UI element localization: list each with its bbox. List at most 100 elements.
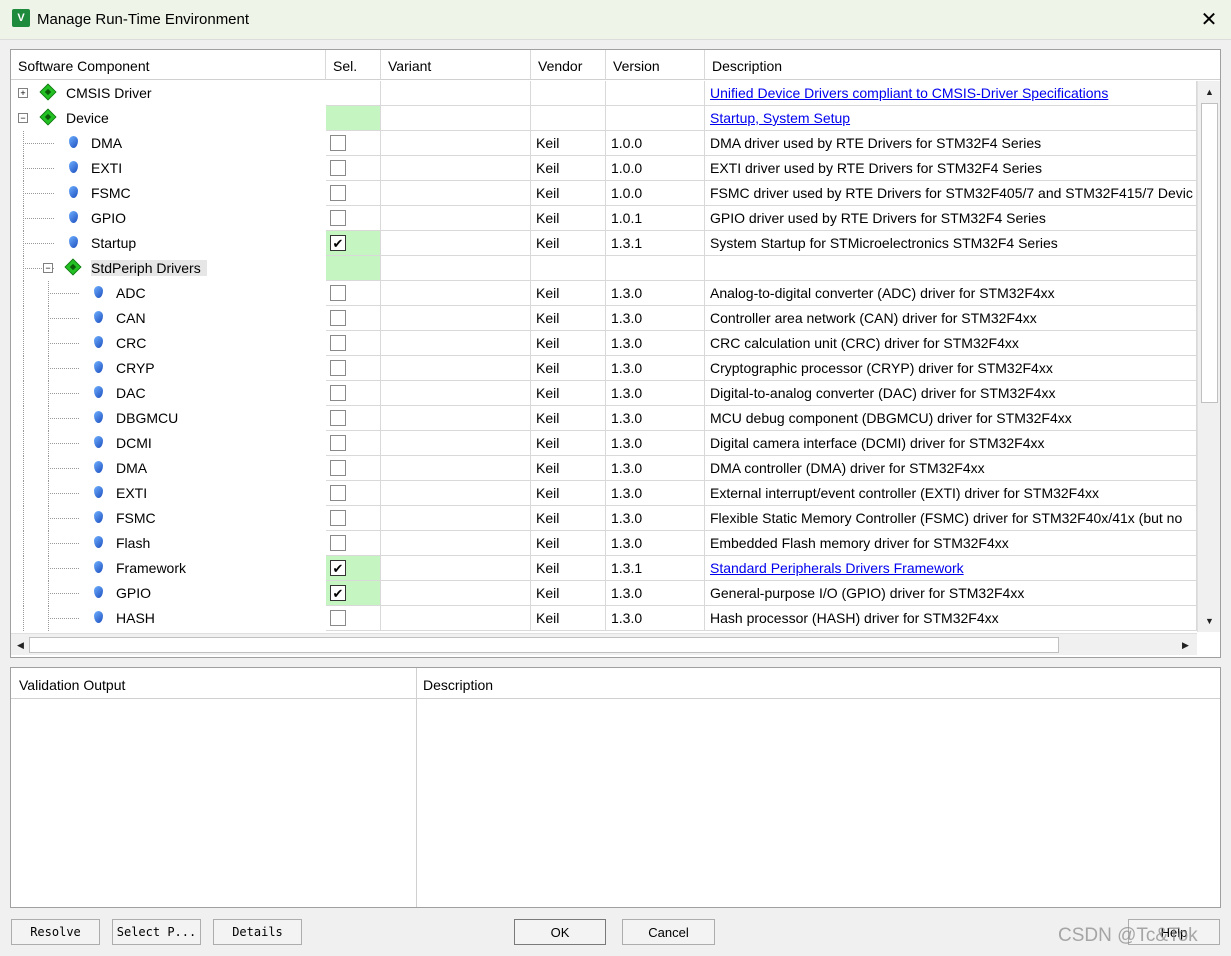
column-header-sel[interactable]: Sel. [326, 50, 381, 80]
scroll-up-icon[interactable]: ▲ [1201, 83, 1218, 101]
table-row[interactable]: Startup ✔ Keil 1.3.1 System Startup for STMi… [11, 231, 1197, 256]
component-name[interactable]: CMSIS Driver [66, 85, 152, 101]
ok-button[interactable]: OK [514, 919, 606, 945]
table-row[interactable]: EXTI Keil 1.3.0 External interrupt/event co… [11, 481, 1197, 506]
collapse-icon[interactable]: − [18, 113, 28, 123]
table-row[interactable]: FSMC Keil 1.3.0 Flexible Static Memory Cont… [11, 506, 1197, 531]
select-checkbox[interactable] [330, 510, 346, 526]
table-row[interactable]: GPIO ✔ Keil 1.3.0 General-purpose I/O (GPIO)… [11, 581, 1197, 606]
select-checkbox[interactable] [330, 360, 346, 376]
cancel-button[interactable]: Cancel [622, 919, 715, 945]
table-row[interactable]: HASH Keil 1.3.0 Hash processor (HASH) drive… [11, 606, 1197, 631]
select-checkbox[interactable]: ✔ [330, 235, 346, 251]
close-icon[interactable]: ✕ [1196, 5, 1222, 33]
select-checkbox[interactable] [330, 185, 346, 201]
component-name[interactable]: DCMI [116, 435, 152, 451]
details-button[interactable]: Details [213, 919, 302, 945]
variant-cell [381, 81, 531, 106]
component-name[interactable]: FSMC [91, 185, 131, 201]
table-row[interactable]: Flash Keil 1.3.0 Embedded Flash memory driv… [11, 531, 1197, 556]
vertical-scroll-thumb[interactable] [1201, 103, 1218, 403]
component-name[interactable]: HASH [116, 610, 155, 626]
variant-cell [381, 356, 531, 381]
table-row[interactable]: − Device Startup, System Setup [11, 106, 1197, 131]
select-packs-button[interactable]: Select P... [112, 919, 201, 945]
vertical-scrollbar[interactable]: ▲ ▼ [1197, 81, 1220, 632]
component-name[interactable]: StdPeriph Drivers [91, 260, 207, 276]
component-name[interactable]: CAN [116, 310, 146, 326]
component-name[interactable]: ADC [116, 285, 146, 301]
select-checkbox[interactable] [330, 160, 346, 176]
select-checkbox[interactable] [330, 135, 346, 151]
component-name[interactable]: DMA [91, 135, 122, 151]
table-row[interactable]: EXTI Keil 1.0.0 EXTI driver used by RTE Dri… [11, 156, 1197, 181]
table-row[interactable]: CRYP Keil 1.3.0 Cryptographic processor (CR… [11, 356, 1197, 381]
version-cell [606, 256, 705, 281]
component-name[interactable]: CRC [116, 335, 146, 351]
description-link[interactable]: Startup, System Setup [710, 110, 850, 126]
tree-guide-line [23, 506, 24, 531]
component-name[interactable]: GPIO [91, 210, 126, 226]
scroll-left-icon[interactable]: ◀ [12, 636, 29, 654]
select-checkbox[interactable] [330, 410, 346, 426]
horizontal-scroll-thumb[interactable] [29, 637, 1059, 653]
column-header-vendor[interactable]: Vendor [531, 50, 606, 80]
select-checkbox[interactable] [330, 610, 346, 626]
scroll-down-icon[interactable]: ▼ [1201, 612, 1218, 630]
tree-guide-line [23, 581, 24, 606]
select-checkbox[interactable] [330, 485, 346, 501]
description-cell: Cryptographic processor (CRYP) driver fo… [705, 356, 1197, 381]
component-name[interactable]: EXTI [91, 160, 122, 176]
select-checkbox[interactable]: ✔ [330, 585, 346, 601]
tree-guide-line [48, 368, 79, 369]
component-name[interactable]: FSMC [116, 510, 156, 526]
scroll-right-icon[interactable]: ▶ [1177, 636, 1194, 654]
description-link[interactable]: Unified Device Drivers compliant to CMSI… [710, 85, 1108, 101]
component-name[interactable]: Startup [91, 235, 136, 251]
component-name[interactable]: DMA [116, 460, 147, 476]
expand-icon[interactable]: + [18, 88, 28, 98]
component-name[interactable]: CRYP [116, 360, 155, 376]
column-header-variant[interactable]: Variant [381, 50, 531, 80]
table-row[interactable]: + CMSIS Driver Unified Device Drivers comp… [11, 81, 1197, 106]
table-row[interactable]: DMA Keil 1.3.0 DMA controller (DMA) driver … [11, 456, 1197, 481]
component-name[interactable]: DBGMCU [116, 410, 178, 426]
table-row[interactable]: FSMC Keil 1.0.0 FSMC driver used by RTE Dri… [11, 181, 1197, 206]
resolve-button[interactable]: Resolve [11, 919, 100, 945]
vendor-cell: Keil [531, 606, 606, 631]
table-row[interactable]: GPIO Keil 1.0.1 GPIO driver used by RTE Dri… [11, 206, 1197, 231]
table-row[interactable]: DCMI Keil 1.3.0 Digital camera interface (D… [11, 431, 1197, 456]
component-icon [69, 161, 78, 173]
component-name[interactable]: EXTI [116, 485, 147, 501]
table-row[interactable]: − StdPeriph Drivers [11, 256, 1197, 281]
select-checkbox[interactable] [330, 335, 346, 351]
select-checkbox[interactable] [330, 535, 346, 551]
table-row[interactable]: ADC Keil 1.3.0 Analog-to-digital converter … [11, 281, 1197, 306]
select-checkbox[interactable]: ✔ [330, 560, 346, 576]
select-checkbox[interactable] [330, 285, 346, 301]
column-header-version[interactable]: Version [606, 50, 705, 80]
component-cell: DBGMCU [11, 406, 326, 431]
component-name[interactable]: Device [66, 110, 109, 126]
table-row[interactable]: CRC Keil 1.3.0 CRC calculation unit (CRC) d… [11, 331, 1197, 356]
column-header-software-component[interactable]: Software Component [11, 50, 326, 80]
select-checkbox[interactable] [330, 310, 346, 326]
select-checkbox[interactable] [330, 435, 346, 451]
select-checkbox[interactable] [330, 460, 346, 476]
component-name[interactable]: DAC [116, 385, 146, 401]
component-name[interactable]: Flash [116, 535, 150, 551]
select-checkbox[interactable] [330, 385, 346, 401]
table-row[interactable]: DBGMCU Keil 1.3.0 MCU debug component (DBGM… [11, 406, 1197, 431]
select-checkbox[interactable] [330, 210, 346, 226]
column-header-description[interactable]: Description [705, 50, 1220, 80]
collapse-icon[interactable]: − [43, 263, 53, 273]
component-name[interactable]: GPIO [116, 585, 151, 601]
selection-cell [326, 306, 381, 331]
table-row[interactable]: CAN Keil 1.3.0 Controller area network (CAN… [11, 306, 1197, 331]
component-name[interactable]: Framework [116, 560, 186, 576]
table-row[interactable]: Framework ✔ Keil 1.3.1 Standard Peripherals … [11, 556, 1197, 581]
description-link[interactable]: Standard Peripherals Drivers Framework [710, 560, 964, 576]
table-row[interactable]: DMA Keil 1.0.0 DMA driver used by RTE Drive… [11, 131, 1197, 156]
table-row[interactable]: DAC Keil 1.3.0 Digital-to-analog converter … [11, 381, 1197, 406]
horizontal-scrollbar[interactable]: ◀ ▶ [11, 633, 1197, 655]
